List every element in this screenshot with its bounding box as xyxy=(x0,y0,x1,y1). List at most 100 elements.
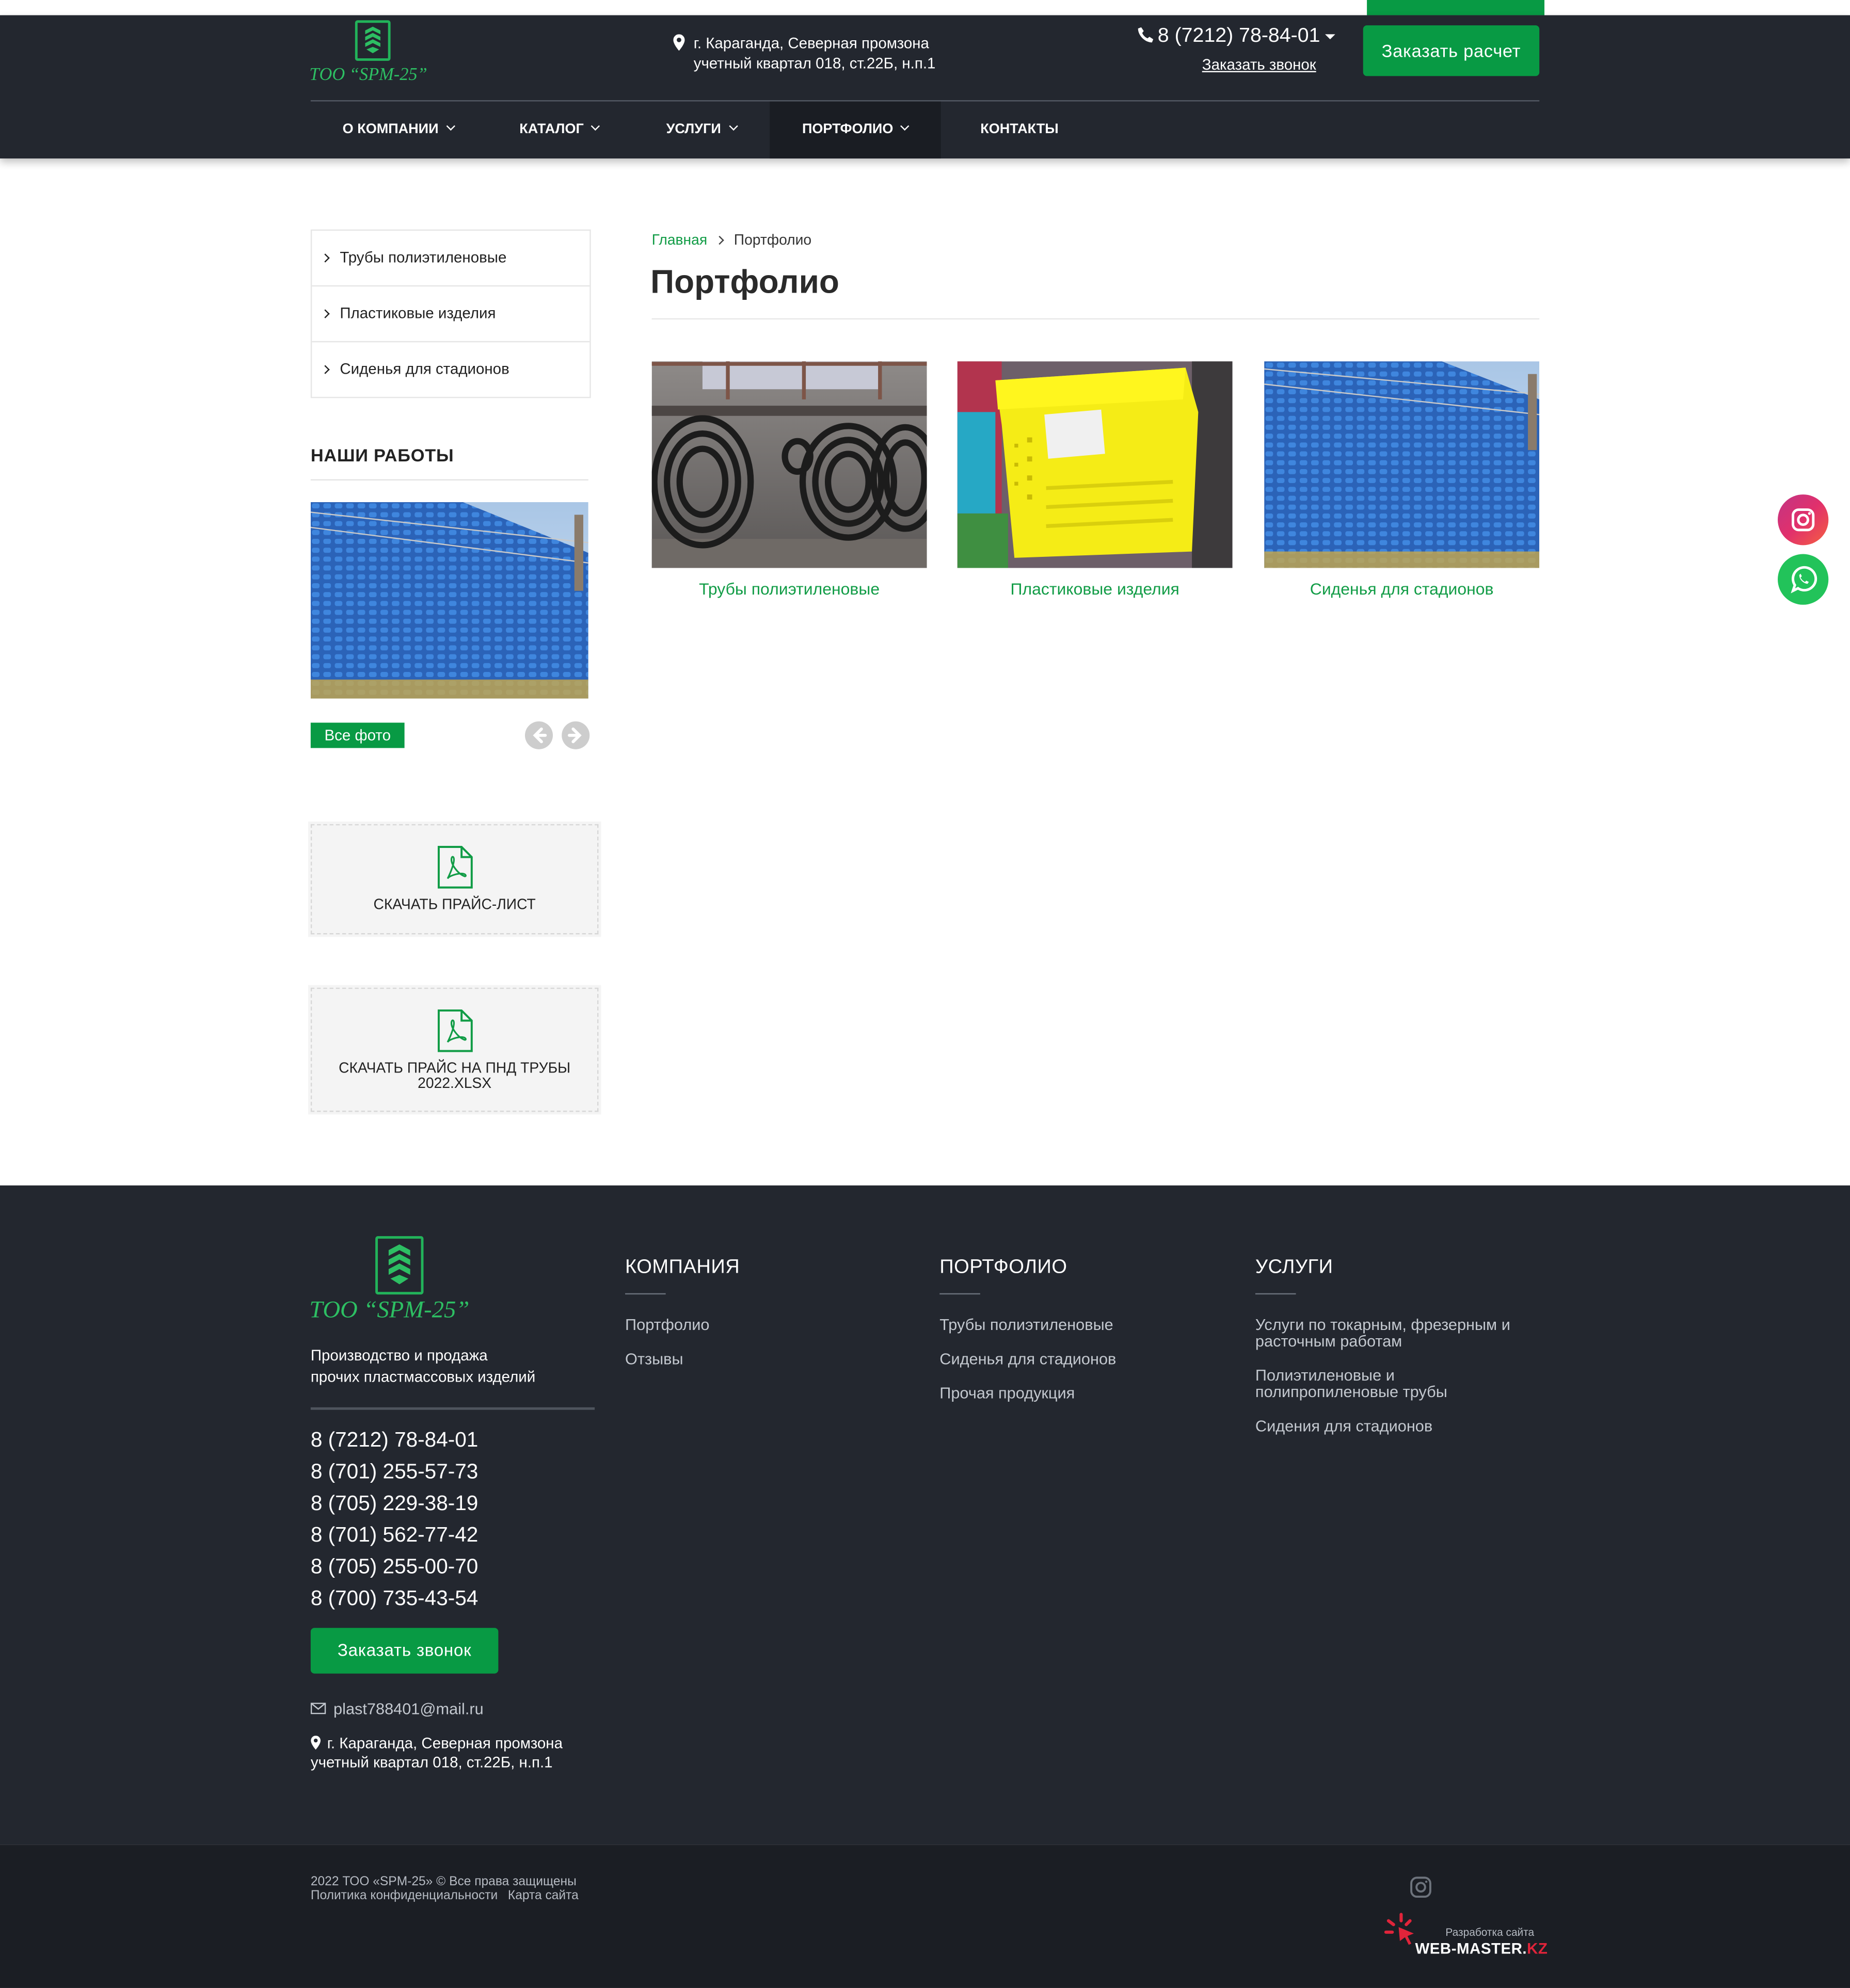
sidebar-item-label: Пластиковые изделия xyxy=(340,304,496,322)
nav-item-portfolio[interactable]: ПОРТФОЛИО xyxy=(770,101,941,159)
breadcrumb-home-link[interactable]: Главная xyxy=(652,233,708,248)
instagram-icon[interactable] xyxy=(1778,494,1829,546)
footer-link-line: расточным работам xyxy=(1255,1332,1402,1351)
footer-col-portfolio-title: ПОРТФОЛИО xyxy=(939,1256,1067,1278)
chevron-down-icon xyxy=(446,121,455,131)
top-strip xyxy=(0,0,1850,15)
download-price-list-label: СКАЧАТЬ ПРАЙС-ЛИСТ xyxy=(373,897,536,913)
footer-phone[interactable]: 8 (705) 255-00-70 xyxy=(311,1556,478,1580)
portfolio-image-seats[interactable] xyxy=(1264,361,1540,568)
phone-dropdown-caret-icon[interactable] xyxy=(1325,34,1335,39)
phone-icon xyxy=(1138,27,1154,43)
chevron-down-icon xyxy=(591,121,600,131)
our-works-divider xyxy=(310,479,588,481)
site-footer: ТОО “SPM-25” Производство и продажа проч… xyxy=(0,1185,1850,1845)
chevron-right-icon xyxy=(321,309,330,318)
site-header: ТОО “SPM-25” г. Караганда, Северная пром… xyxy=(0,15,1850,159)
footer-description-line1: Производство и продажа xyxy=(310,1346,488,1365)
order-calculation-button[interactable]: Заказать расчет xyxy=(1363,25,1540,76)
footer-address: г. Караганда, Северная промзона учетный … xyxy=(311,1735,563,1773)
portfolio-caption-seats[interactable]: Сиденья для стадионов xyxy=(1264,580,1539,599)
footer-description: Производство и продажа прочих пластмассо… xyxy=(311,1345,535,1388)
sidebar-item-label: Сиденья для стадионов xyxy=(340,360,509,378)
header-address-line1: г. Караганда, Северная промзона xyxy=(693,34,929,52)
footer-link-pe-pp-pipes[interactable]: Полиэтиленовые и полипропиленовые трубы xyxy=(1255,1367,1447,1401)
footer-link-machining[interactable]: Услуги по токарным, фрезерным и расточны… xyxy=(1255,1317,1510,1350)
chevron-down-icon xyxy=(901,121,910,131)
nav-item-catalog[interactable]: КАТАЛОГ xyxy=(486,102,633,159)
logo-mark-icon xyxy=(375,1236,424,1295)
download-pnd-price-box[interactable]: СКАЧАТЬ ПРАЙС НА ПНД ТРУБЫ 2022.XLSX xyxy=(308,985,601,1115)
nav-item-services[interactable]: УСЛУГИ xyxy=(633,102,770,159)
footer-phone[interactable]: 8 (701) 562-77-42 xyxy=(311,1524,478,1548)
privacy-policy-link[interactable]: Политика конфиденциальности xyxy=(311,1889,498,1903)
footer-phone[interactable]: 8 (705) 229-38-19 xyxy=(311,1492,478,1516)
portfolio-image-plastic[interactable] xyxy=(957,361,1233,568)
footer-col-services-title: УСЛУГИ xyxy=(1255,1256,1333,1278)
sitemap-link[interactable]: Карта сайта xyxy=(508,1889,579,1903)
all-photos-button[interactable]: Все фото xyxy=(310,723,405,748)
footer-link-seats[interactable]: Сиденья для стадионов xyxy=(939,1351,1116,1368)
logo-mark-icon xyxy=(355,20,391,61)
download-price-list-box[interactable]: СКАЧАТЬ ПРАЙС-ЛИСТ xyxy=(308,821,601,937)
footer-col-rule xyxy=(1255,1293,1296,1295)
header-callback-link[interactable]: Заказать звонок xyxy=(1202,56,1316,73)
instagram-icon[interactable] xyxy=(1410,1877,1432,1898)
portfolio-caption-plastic[interactable]: Пластиковые изделия xyxy=(958,580,1233,599)
footer-email[interactable]: plast788401@mail.ru xyxy=(310,1700,484,1718)
sidebar-item-label: Трубы полиэтиленовые xyxy=(340,248,507,266)
sticky-order-button-edge[interactable] xyxy=(1367,0,1545,15)
footer-link-other[interactable]: Прочая продукция xyxy=(939,1385,1075,1402)
footer-phone[interactable]: 8 (7212) 78-84-01 xyxy=(311,1429,478,1453)
footer-link-line: Услуги по токарным, фрезерным и xyxy=(1255,1316,1510,1334)
nav-item-label: ПОРТФОЛИО xyxy=(802,121,894,137)
copyright-block: 2022 ТОО «SPM-25» © Все права защищены П… xyxy=(311,1875,579,1903)
slider-prev-icon[interactable] xyxy=(524,721,553,749)
sidebar-item-plastic[interactable]: Пластиковые изделия xyxy=(312,286,590,343)
footer-logo[interactable]: ТОО “SPM-25” xyxy=(309,1236,499,1325)
footer-col-company-title: КОМПАНИЯ xyxy=(625,1256,740,1278)
header-phone[interactable]: 8 (7212) 78-84-01 xyxy=(1137,25,1335,48)
portfolio-caption-pipes[interactable]: Трубы полиэтиленовые xyxy=(652,580,927,599)
chevron-right-icon xyxy=(321,365,330,374)
portfolio-image-pipes[interactable] xyxy=(651,361,927,568)
footer-email-text: plast788401@mail.ru xyxy=(333,1700,484,1718)
footer-bottom-bar: 2022 ТОО «SPM-25» © Все права защищены П… xyxy=(0,1845,1850,1988)
footer-link-portfolio[interactable]: Портфолио xyxy=(625,1317,709,1334)
map-pin-icon xyxy=(673,34,685,51)
nav-item-label: КОНТАКТЫ xyxy=(980,121,1059,137)
footer-link-line: Полиэтиленовые и xyxy=(1255,1367,1395,1385)
chevron-right-icon xyxy=(321,253,330,263)
nav-item-label: КАТАЛОГ xyxy=(519,121,584,137)
footer-phone[interactable]: 8 (701) 255-57-73 xyxy=(311,1461,478,1485)
developer-brand-tld: KZ xyxy=(1527,1939,1548,1958)
slider-next-icon[interactable] xyxy=(562,721,590,749)
sidebar-item-seats[interactable]: Сиденья для стадионов xyxy=(312,342,589,397)
footer-address-line1: г. Караганда, Северная промзона xyxy=(327,1734,563,1753)
whatsapp-icon[interactable] xyxy=(1778,554,1829,605)
footer-link-stadium-seats[interactable]: Сидения для стадионов xyxy=(1255,1418,1432,1435)
nav-item-about[interactable]: О КОМПАНИИ xyxy=(311,102,486,159)
nav-item-contacts[interactable]: КОНТАКТЫ xyxy=(941,102,1098,159)
mail-icon xyxy=(310,1703,326,1714)
footer-link-pipes[interactable]: Трубы полиэтиленовые xyxy=(939,1317,1113,1334)
footer-phone[interactable]: 8 (700) 735-43-54 xyxy=(311,1588,478,1612)
developer-brand: WEB-MASTER.KZ xyxy=(1415,1940,1548,1958)
footer-col-rule xyxy=(939,1293,980,1295)
header-phone-number: 8 (7212) 78-84-01 xyxy=(1157,25,1320,47)
download-pnd-price-label-line2: 2022.XLSX xyxy=(418,1076,492,1092)
developer-credit[interactable]: Разработка сайта WEB-MASTER.KZ xyxy=(1380,1908,1548,1965)
our-works-photo-stadium[interactable] xyxy=(310,502,588,699)
breadcrumb: Главная Портфолио xyxy=(652,233,812,248)
copyright-text: 2022 ТОО «SPM-25» © Все права защищены xyxy=(310,1875,577,1889)
header-address-line2: учетный квартал 018, ст.22Б, н.п.1 xyxy=(693,54,936,73)
footer-callback-button[interactable]: Заказать звонок xyxy=(310,1628,499,1674)
title-divider xyxy=(651,318,1540,320)
sidebar-item-pipes[interactable]: Трубы полиэтиленовые xyxy=(312,231,590,287)
developer-brand-name: WEB-MASTER. xyxy=(1415,1939,1527,1958)
footer-divider xyxy=(310,1407,595,1410)
developer-small-text: Разработка сайта xyxy=(1445,1926,1535,1939)
header-logo[interactable]: ТОО “SPM-25” xyxy=(309,20,449,85)
web-master-logo-icon xyxy=(1384,1913,1414,1945)
footer-link-reviews[interactable]: Отзывы xyxy=(625,1351,683,1368)
